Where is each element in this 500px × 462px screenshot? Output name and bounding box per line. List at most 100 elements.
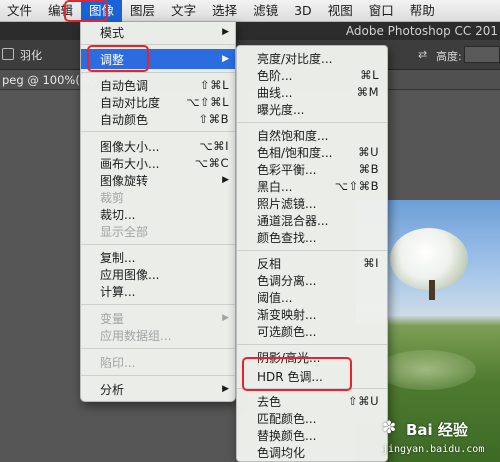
menu-separator (81, 72, 235, 73)
menu-item-image-size[interactable]: 图像大小... ⌥⌘I (81, 138, 235, 154)
menu-item-label: 亮度/对比度... (257, 51, 333, 66)
menu-item-label: 匹配颜色... (257, 411, 317, 426)
menu-item-label: 渐变映射... (257, 307, 317, 322)
menu-item-label: 变量 (100, 311, 125, 326)
watermark-name: Bai 经验 (406, 421, 468, 439)
menu-item-label: 复制... (100, 250, 136, 265)
submenu-arrow-icon: ▶ (222, 384, 229, 394)
menu-item-trim[interactable]: 裁切... (81, 206, 235, 222)
shortcut-label: ⌥⌘I (199, 139, 229, 153)
menu-window[interactable]: 窗口 (361, 0, 402, 22)
menu-select[interactable]: 选择 (204, 0, 245, 22)
menu-item-image-rotation[interactable]: 图像旋转 ▶ (81, 172, 235, 188)
shortcut-label: ⇧⌘U (347, 394, 379, 408)
menu-item-label: 自然饱和度... (257, 128, 329, 143)
menu-separator (81, 375, 235, 376)
menu-item-label: 自动颜色 (100, 112, 149, 127)
menu-item-mode[interactable]: 模式 ▶ (81, 24, 235, 40)
swap-icon[interactable]: ⇄ (418, 48, 427, 61)
menu-item-label: 画布大小... (100, 156, 160, 171)
paw-icon: ✽ (382, 418, 397, 438)
menu-item-vibrance[interactable]: 自然饱和度... (237, 127, 387, 143)
marquee-tool-icon[interactable] (2, 48, 14, 60)
submenu-arrow-icon: ▶ (222, 54, 229, 64)
menu-item-equalize[interactable]: 色调均化 (237, 444, 387, 460)
shortcut-label: ⇧⌘B (198, 112, 229, 126)
menu-view[interactable]: 视图 (320, 0, 361, 22)
menu-item-canvas-size[interactable]: 画布大小... ⌥⌘C (81, 155, 235, 171)
watermark: ✽ Bai 经验 jingyan.baidu.com (380, 416, 500, 462)
menu-item-exposure[interactable]: 曝光度... (237, 101, 387, 117)
shortcut-label: ⌘B (358, 162, 379, 176)
menu-item-label: 图像旋转 (100, 173, 149, 188)
menu-item-label: 显示全部 (100, 224, 149, 239)
menu-item-match-color[interactable]: 匹配颜色... (237, 410, 387, 426)
shortcut-label: ⌘L (360, 68, 379, 82)
menu-item-calculations[interactable]: 计算... (81, 283, 235, 299)
menu-item-threshold[interactable]: 阈值... (237, 289, 387, 305)
watermark-url: jingyan.baidu.com (382, 444, 485, 455)
menu-item-label: 应用数据组... (100, 328, 172, 343)
menu-item-label: 色阶... (257, 68, 293, 83)
menu-item-duplicate[interactable]: 复制... (81, 249, 235, 265)
menu-item-channel-mixer[interactable]: 通道混合器... (237, 212, 387, 228)
menu-item-label: 裁切... (100, 207, 136, 222)
menu-item-levels[interactable]: 色阶... ⌘L (237, 67, 387, 83)
menu-item-color-lookup[interactable]: 颜色查找... (237, 229, 387, 245)
menu-separator (237, 250, 387, 251)
menu-item-label: 替换颜色... (257, 428, 317, 443)
annotation-box-adjustments (87, 45, 149, 72)
menu-separator (237, 122, 387, 123)
shortcut-label: ⌘U (358, 145, 379, 159)
menu-item-label: 色彩平衡... (257, 162, 317, 177)
menu-file[interactable]: 文件 (0, 0, 40, 22)
menu-item-selective-color[interactable]: 可选颜色... (237, 323, 387, 339)
menu-separator (81, 244, 235, 245)
menu-item-gradient-map[interactable]: 渐变映射... (237, 306, 387, 322)
menu-item-posterize[interactable]: 色调分离... (237, 272, 387, 288)
shortcut-label: ⌘I (363, 256, 379, 270)
menu-item-brightness-contrast[interactable]: 亮度/对比度... (237, 50, 387, 66)
menu-item-label: 图像大小... (100, 139, 160, 154)
annotation-box-hdr-toning (242, 357, 352, 391)
menu-item-label: 阈值... (257, 290, 293, 305)
feather-label: 羽化 (20, 49, 42, 62)
menu-help[interactable]: 帮助 (402, 0, 443, 22)
menu-item-label: 色调分离... (257, 273, 317, 288)
menu-item-label: 曝光度... (257, 102, 305, 117)
menu-item-label: 自动对比度 (100, 95, 161, 110)
menu-item-invert[interactable]: 反相 ⌘I (237, 255, 387, 271)
menu-3d[interactable]: 3D (286, 0, 320, 22)
image-menu-dropdown: 模式 ▶ 调整 ▶ 自动色调 ⇧⌘L 自动对比度 ⌥⇧⌘L 自动颜色 ⇧⌘B 图… (80, 22, 236, 402)
menu-item-label: 可选颜色... (257, 324, 317, 339)
submenu-arrow-icon: ▶ (222, 313, 229, 323)
height-label: 高度: (436, 50, 462, 63)
menu-item-label: 裁剪 (100, 190, 125, 205)
app-title: Adobe Photoshop CC 201 (0, 22, 500, 40)
menu-item-label: 曲线... (257, 85, 293, 100)
menu-item-hue-saturation[interactable]: 色相/饱和度... ⌘U (237, 144, 387, 160)
menu-item-apply-image[interactable]: 应用图像... (81, 266, 235, 282)
menu-filter[interactable]: 滤镜 (245, 0, 286, 22)
menu-item-label: 色相/饱和度... (257, 145, 333, 160)
sun-glow (376, 350, 476, 390)
tree-trunk (429, 280, 435, 300)
menu-item-label: 反相 (257, 256, 282, 271)
menu-item-analysis[interactable]: 分析 ▶ (81, 381, 235, 397)
height-input[interactable] (464, 46, 500, 63)
shortcut-label: ⌥⇧⌘L (186, 95, 229, 109)
menu-item-replace-color[interactable]: 替换颜色... (237, 427, 387, 443)
menu-item-curves[interactable]: 曲线... ⌘M (237, 84, 387, 100)
menu-item-label: 照片滤镜... (257, 196, 317, 211)
menu-item-color-balance[interactable]: 色彩平衡... ⌘B (237, 161, 387, 177)
menu-item-auto-color[interactable]: 自动颜色 ⇧⌘B (81, 111, 235, 127)
menu-item-black-white[interactable]: 黑白... ⌥⇧⌘B (237, 178, 387, 194)
menu-item-crop: 裁剪 (81, 189, 235, 205)
menu-item-reveal-all: 显示全部 (81, 223, 235, 239)
menu-item-desaturate[interactable]: 去色 ⇧⌘U (237, 393, 387, 409)
menu-layer[interactable]: 图层 (122, 0, 163, 22)
menu-item-photo-filter[interactable]: 照片滤镜... (237, 195, 387, 211)
menu-item-auto-contrast[interactable]: 自动对比度 ⌥⇧⌘L (81, 94, 235, 110)
menu-type[interactable]: 文字 (163, 0, 204, 22)
menu-item-auto-tone[interactable]: 自动色调 ⇧⌘L (81, 77, 235, 93)
